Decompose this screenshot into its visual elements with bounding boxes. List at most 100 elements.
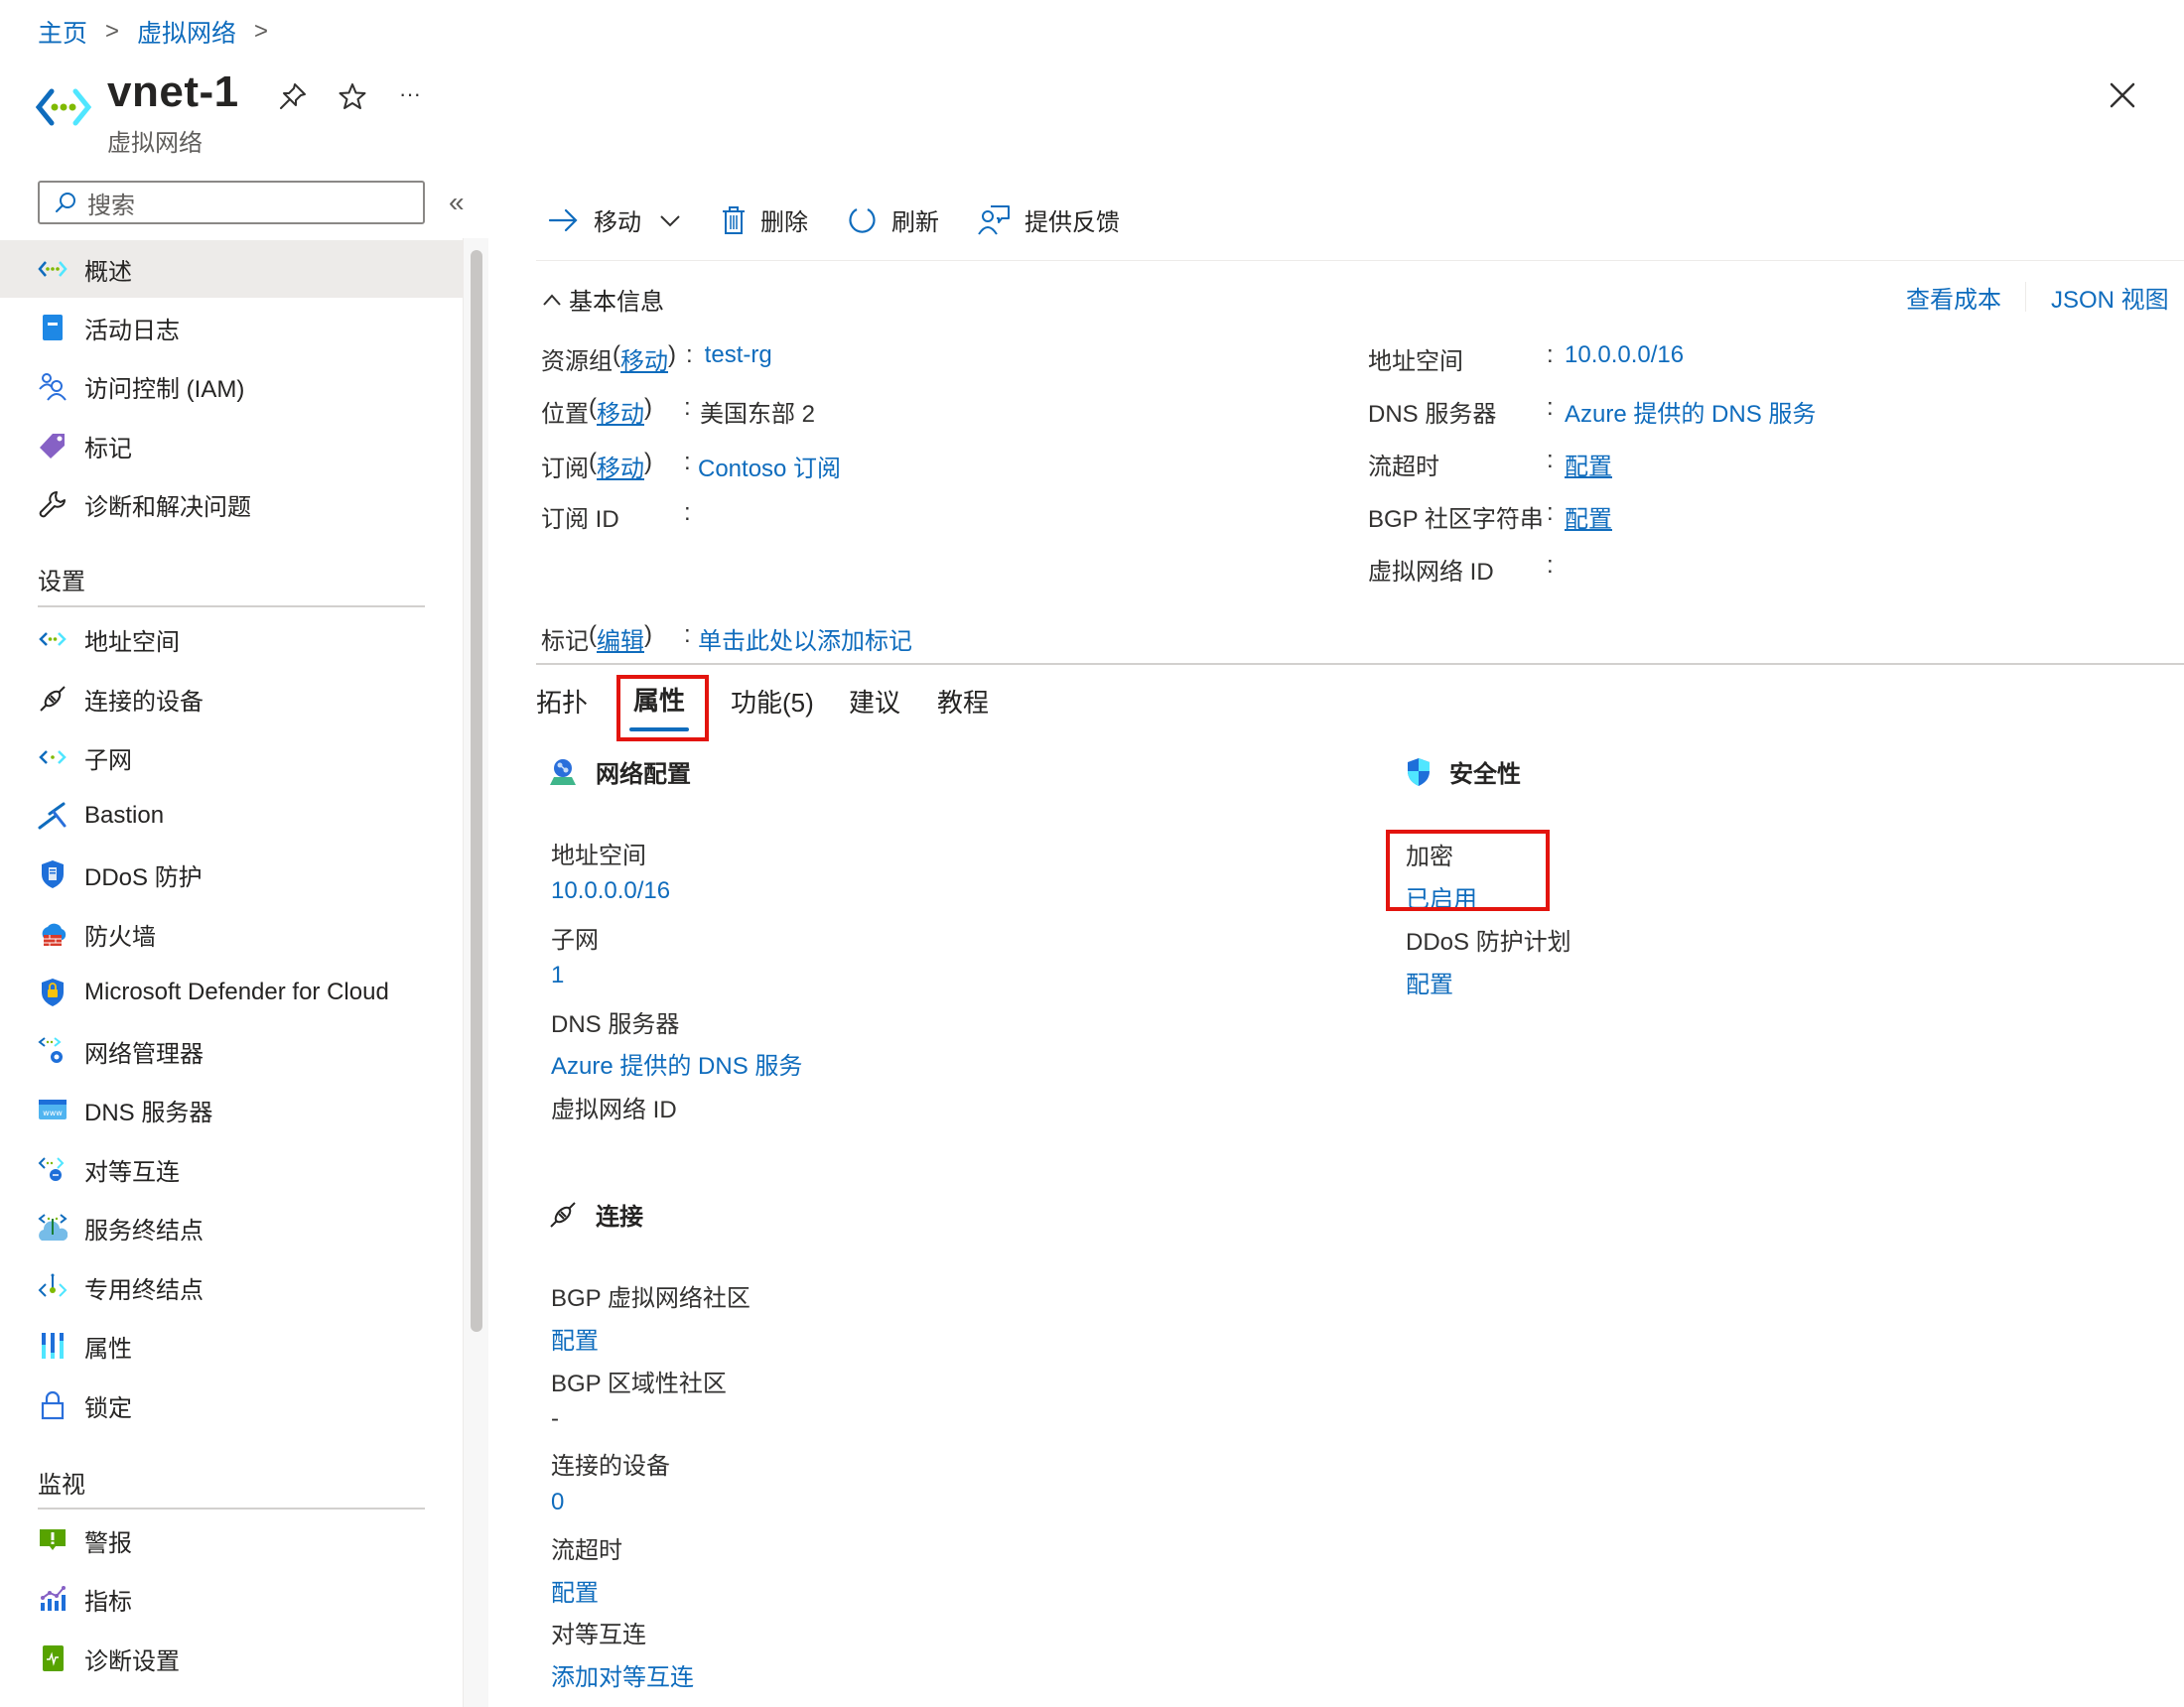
- sidebar-item-ddos[interactable]: DDoS 防护: [0, 846, 463, 903]
- security-shield-icon: [1408, 757, 1430, 786]
- essentials-resource-group: 资源组(移动) : test-rg: [541, 341, 772, 376]
- sidebar-item-metrics[interactable]: 指标: [0, 1570, 463, 1628]
- flow-timeout-field-configure-link[interactable]: 配置: [551, 1573, 599, 1608]
- move-location-link[interactable]: 移动: [597, 394, 644, 429]
- breadcrumb-home[interactable]: 主页: [38, 14, 87, 50]
- sidebar-item-overview[interactable]: 概述: [0, 240, 463, 298]
- move-button[interactable]: 移动: [548, 202, 683, 237]
- tab-capabilities[interactable]: 功能(5): [731, 683, 814, 720]
- sidebar-item-label: 诊断设置: [84, 1647, 180, 1675]
- refresh-button[interactable]: 刷新: [846, 202, 939, 237]
- sidebar-item-firewall[interactable]: 防火墙: [0, 905, 463, 963]
- sidebar-item-peerings[interactable]: 对等互连: [0, 1140, 463, 1198]
- sidebar-item-properties[interactable]: 属性: [0, 1317, 463, 1375]
- move-subscription-link[interactable]: 移动: [597, 449, 644, 483]
- sidebar-item-alerts[interactable]: 警报: [0, 1511, 463, 1569]
- resource-group-link[interactable]: test-rg: [705, 341, 772, 376]
- sidebar-item-service-endpoints[interactable]: 服务终结点: [0, 1199, 463, 1256]
- add-tags-link[interactable]: 单击此处以添加标记: [698, 621, 912, 656]
- subscription-link[interactable]: Contoso 订阅: [698, 449, 841, 483]
- chevron-down-icon: [660, 214, 680, 226]
- star-icon[interactable]: [336, 79, 369, 113]
- edit-tags-link[interactable]: 编辑: [597, 621, 644, 656]
- close-icon[interactable]: [2103, 75, 2142, 115]
- property-key: 标记: [541, 628, 589, 655]
- section-title-text: 连接: [596, 1204, 643, 1231]
- firewall-icon: [38, 919, 68, 949]
- svg-text:www: www: [43, 1109, 63, 1117]
- sidebar-item-private-endpoints[interactable]: 专用终结点: [0, 1258, 463, 1316]
- tab-recommendations[interactable]: 建议: [849, 683, 900, 720]
- field-label: 虚拟网络 ID: [551, 1097, 677, 1123]
- sidebar-item-label: 锁定: [84, 1394, 132, 1422]
- ddos-plan-configure-link[interactable]: 配置: [1406, 965, 1453, 999]
- property-key: BGP 社区字符串: [1368, 506, 1544, 533]
- sidebar-item-address-space[interactable]: 地址空间: [0, 610, 463, 668]
- bgp-vnet-community-configure-link[interactable]: 配置: [551, 1321, 599, 1356]
- sidebar-item-label: Microsoft Defender for Cloud: [84, 979, 389, 1005]
- sidebar-item-tags[interactable]: 标记: [0, 417, 463, 474]
- sidebar-item-dns-servers[interactable]: www DNS 服务器: [0, 1081, 463, 1138]
- private-endpoint-icon: [38, 1272, 68, 1302]
- section-divider: [38, 605, 425, 607]
- address-space-link[interactable]: 10.0.0.0/16: [1565, 341, 1684, 369]
- connected-devices-count-link[interactable]: 0: [551, 1489, 564, 1516]
- tab-topology[interactable]: 拓扑: [536, 683, 588, 720]
- network-manager-icon: [38, 1036, 68, 1066]
- defender-icon: [38, 978, 68, 1007]
- chevron-right-icon: >: [254, 18, 269, 45]
- tab-tutorials[interactable]: 教程: [937, 683, 989, 720]
- essentials-subscription-id: 订阅 ID :: [541, 499, 691, 533]
- property-key: 流超时: [1368, 454, 1439, 480]
- essentials-address-space: 地址空间 : 10.0.0.0/16: [1368, 341, 1685, 375]
- sidebar-search-input[interactable]: 搜索: [38, 181, 425, 224]
- field-label: BGP 虚拟网络社区: [551, 1285, 751, 1312]
- sidebar-item-label: 地址空间: [84, 628, 180, 656]
- essentials-vnet-id: 虚拟网络 ID :: [1368, 552, 1554, 586]
- feedback-button[interactable]: 提供反馈: [977, 202, 1120, 237]
- sidebar-scrollbar-thumb[interactable]: [471, 250, 482, 1332]
- network-config-section-title: 网络配置: [548, 754, 691, 789]
- sidebar-item-subnets[interactable]: 子网: [0, 728, 463, 786]
- breadcrumb-virtual-networks[interactable]: 虚拟网络: [137, 14, 236, 50]
- field-label: DNS 服务器: [551, 1011, 680, 1038]
- move-label: 移动: [594, 209, 641, 236]
- delete-label: 删除: [760, 209, 808, 236]
- essentials-flow-timeout: 流超时 : 配置: [1368, 447, 1612, 480]
- json-view-link[interactable]: JSON 视图: [2051, 280, 2169, 315]
- add-peering-link[interactable]: 添加对等互连: [551, 1657, 694, 1692]
- property-key: 资源组: [541, 348, 613, 375]
- dns-servers-value-link[interactable]: Azure 提供的 DNS 服务: [551, 1046, 802, 1081]
- iam-icon: [38, 371, 68, 401]
- bgp-community-configure-link[interactable]: 配置: [1565, 499, 1612, 534]
- sidebar-item-locks[interactable]: 锁定: [0, 1377, 463, 1434]
- sidebar-item-iam[interactable]: 访问控制 (IAM): [0, 357, 463, 415]
- alert-icon: [38, 1525, 68, 1555]
- sidebar-item-activity-log[interactable]: 活动日志: [0, 299, 463, 356]
- pin-icon[interactable]: [276, 79, 310, 113]
- field-label: 流超时: [551, 1537, 622, 1564]
- delete-button[interactable]: 删除: [721, 202, 808, 237]
- sidebar-item-diagnose[interactable]: 诊断和解决问题: [0, 475, 463, 533]
- essentials-divider: [536, 663, 2184, 665]
- collapse-sidebar-button[interactable]: «: [449, 187, 465, 218]
- service-endpoint-icon: [38, 1213, 68, 1243]
- sidebar-item-defender[interactable]: Microsoft Defender for Cloud: [0, 964, 463, 1021]
- flow-timeout-configure-link[interactable]: 配置: [1565, 447, 1612, 481]
- dns-servers-link[interactable]: Azure 提供的 DNS 服务: [1565, 394, 1816, 429]
- sidebar-item-diagnostic-settings[interactable]: 诊断设置: [0, 1630, 463, 1687]
- subnets-count-link[interactable]: 1: [551, 962, 564, 989]
- sidebar-item-connected-devices[interactable]: 连接的设备: [0, 670, 463, 727]
- more-icon[interactable]: ···: [393, 77, 427, 111]
- sidebar-item-network-manager[interactable]: 网络管理器: [0, 1022, 463, 1080]
- address-space-value-link[interactable]: 10.0.0.0/16: [551, 877, 670, 905]
- view-cost-link[interactable]: 查看成本: [1906, 280, 2001, 315]
- move-resource-group-link[interactable]: 移动: [620, 341, 668, 376]
- bastion-icon: [38, 801, 68, 831]
- feedback-icon: [978, 204, 1010, 235]
- chevron-right-icon: >: [105, 18, 120, 45]
- sidebar-item-bastion[interactable]: Bastion: [0, 787, 463, 845]
- sidebar-section-settings: 设置: [38, 569, 85, 595]
- essentials-toggle[interactable]: 基本信息: [541, 282, 664, 317]
- trash-icon: [723, 205, 745, 234]
